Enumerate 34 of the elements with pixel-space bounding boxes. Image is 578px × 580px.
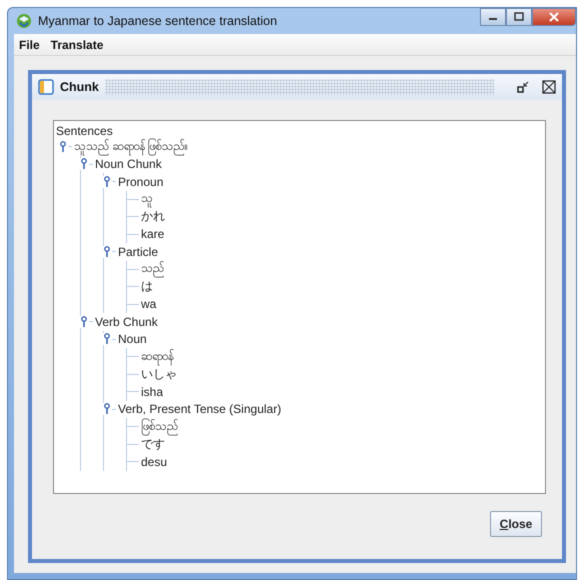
- tree-item[interactable]: သူသည် ဆရာဝန် ဖြစ်သည်။: [74, 138, 188, 156]
- tree-item[interactable]: Pronoun: [118, 174, 164, 189]
- tree-item[interactable]: desu: [141, 454, 168, 469]
- tree-item[interactable]: いしゃ: [141, 366, 177, 383]
- restore-icon[interactable]: [516, 80, 530, 94]
- app-icon: [16, 13, 32, 29]
- tree-item[interactable]: Verb Chunk: [95, 314, 158, 329]
- tree-item[interactable]: ဖြစ်သည်: [141, 418, 178, 436]
- window-title: Myanmar to Japanese sentence translation: [38, 14, 278, 28]
- tree-item[interactable]: wa: [141, 297, 156, 312]
- close-button[interactable]: [532, 8, 576, 26]
- tree-item[interactable]: Noun Chunk: [95, 157, 162, 172]
- menu-item[interactable]: Translate: [50, 38, 104, 52]
- tree-item[interactable]: Verb, Present Tense (Singular): [118, 402, 282, 416]
- tree-item[interactable]: は: [141, 278, 153, 296]
- maximize-icon: [513, 12, 525, 22]
- maximize-button[interactable]: [506, 8, 532, 26]
- tree-root[interactable]: Sentences: [56, 124, 543, 138]
- tree-item[interactable]: Noun: [118, 332, 147, 346]
- menu-item[interactable]: File: [19, 38, 40, 52]
- tree-item[interactable]: သူ: [141, 190, 153, 208]
- close-icon[interactable]: [542, 80, 556, 94]
- tree-item[interactable]: kare: [141, 227, 164, 242]
- tree-item[interactable]: သည်: [141, 260, 164, 278]
- tree-item[interactable]: です: [141, 436, 165, 453]
- tree-item[interactable]: Particle: [118, 244, 158, 259]
- close-dialog-button[interactable]: Close: [490, 510, 542, 536]
- close-icon: [548, 12, 560, 22]
- tree-item[interactable]: isha: [141, 384, 164, 399]
- tree-item[interactable]: かれ: [141, 208, 165, 226]
- panel-icon: [38, 79, 54, 95]
- frame-title: Chunk: [60, 80, 99, 94]
- tree-item[interactable]: ဆရာဝန်: [141, 348, 173, 366]
- minimize-button[interactable]: [480, 8, 506, 26]
